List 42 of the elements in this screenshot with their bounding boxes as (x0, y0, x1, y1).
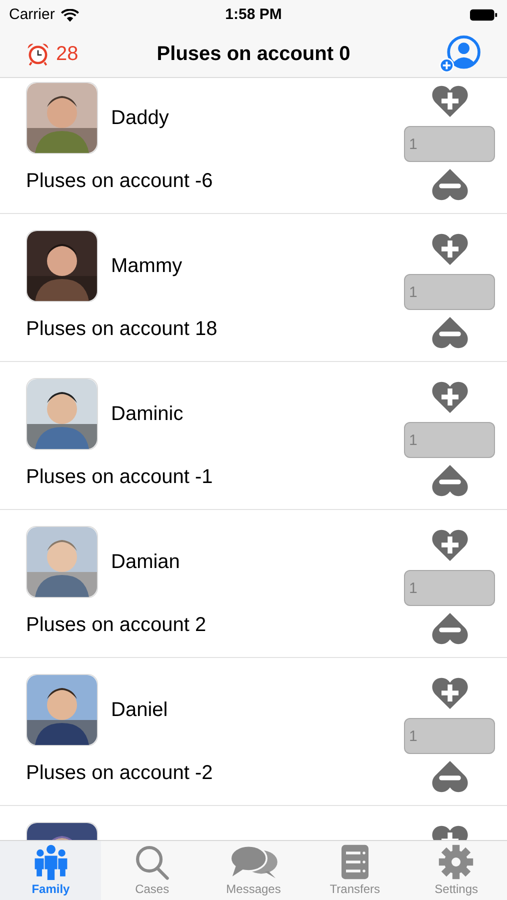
carrier-label: Carrier (9, 4, 55, 25)
member-name: Daniel (111, 698, 168, 723)
screen-title: Pluses on account 0 (156, 42, 350, 66)
add-user-icon[interactable] (439, 34, 481, 72)
list-icon (340, 844, 370, 880)
account-balance: Pluses on account 18 (26, 317, 218, 342)
wifi-icon (60, 8, 79, 22)
family-icon (32, 844, 69, 880)
member-name: Daddy (111, 106, 169, 131)
amount-field[interactable]: 1 (404, 126, 495, 162)
account-balance: Pluses on account -1 (26, 465, 214, 490)
heart-minus-icon[interactable] (430, 612, 470, 646)
member-name: Daminic (111, 402, 184, 427)
heart-minus-icon[interactable] (430, 316, 470, 350)
amount-field[interactable]: 1 (404, 570, 495, 606)
battery-icon (470, 9, 498, 21)
alarm-clock-icon[interactable] (26, 42, 50, 66)
tab-bar-item[interactable]: Cases (101, 841, 203, 900)
timer-count: 28 (56, 42, 78, 66)
tab-bar-item[interactable]: Messages (202, 841, 304, 900)
amount-field[interactable]: 1 (404, 718, 495, 754)
heart-plus-icon[interactable] (430, 528, 470, 562)
member-name: Mammy (111, 254, 182, 279)
search-icon (134, 844, 170, 880)
account-balance: Pluses on account -2 (26, 761, 214, 786)
heart-plus-icon[interactable] (430, 676, 470, 710)
amount-field[interactable]: 1 (404, 422, 495, 458)
clock: 1:58 PM (225, 4, 282, 25)
heart-minus-icon[interactable] (430, 760, 470, 794)
tab-bar-item[interactable]: Family (0, 841, 102, 900)
heart-plus-icon[interactable] (430, 232, 470, 266)
heart-plus-icon[interactable] (430, 380, 470, 414)
account-balance: Pluses on account -6 (26, 169, 214, 194)
heart-minus-icon[interactable] (430, 464, 470, 498)
heart-plus-icon[interactable] (430, 84, 470, 118)
account-balance: Pluses on account 2 (26, 613, 208, 638)
tab-bar-item[interactable]: Transfers (304, 841, 406, 900)
amount-field[interactable]: 1 (404, 274, 495, 310)
heart-minus-icon[interactable] (430, 168, 470, 202)
tab-bar-item[interactable]: Settings (406, 841, 507, 900)
settings-icon (438, 844, 474, 880)
member-name: Damian (111, 550, 180, 575)
